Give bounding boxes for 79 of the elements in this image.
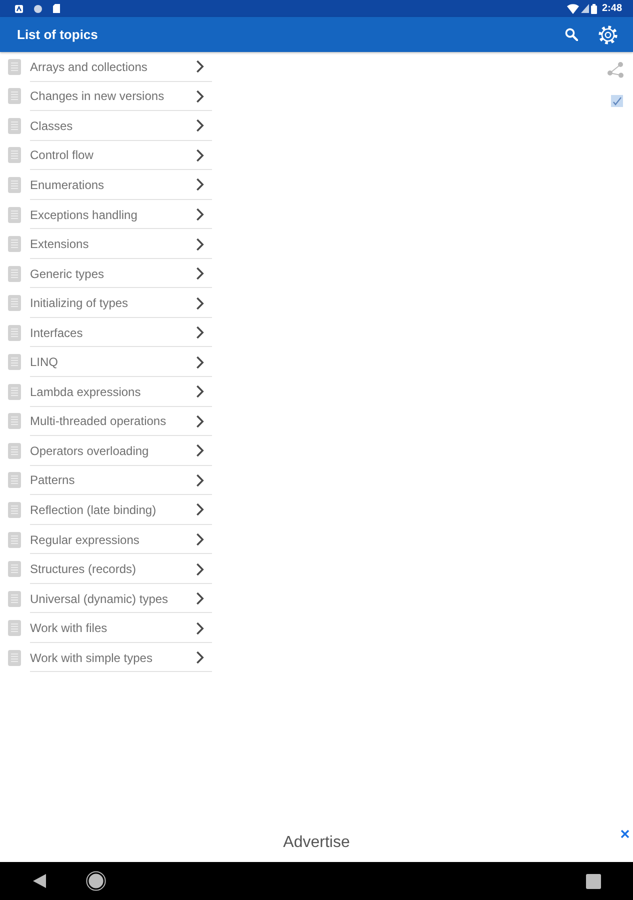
signal-icon — [580, 4, 589, 13]
home-icon[interactable] — [86, 871, 106, 891]
chevron-icon — [196, 622, 204, 635]
topic-item[interactable]: Initializing of types — [0, 288, 212, 318]
app-title: List of topics — [17, 27, 98, 42]
document-icon — [8, 472, 21, 488]
topic-item[interactable]: Interfaces — [0, 318, 212, 348]
chevron-icon — [196, 296, 204, 310]
clock-time: 2:48 — [602, 3, 622, 14]
chevron-icon — [196, 90, 204, 103]
sd-card-icon — [53, 4, 60, 13]
document-icon — [8, 206, 21, 222]
topic-item[interactable]: Enumerations — [0, 170, 212, 200]
document-icon — [8, 58, 21, 75]
chevron-icon — [196, 562, 204, 576]
check-square-icon[interactable] — [611, 95, 623, 107]
topic-item[interactable]: Work with simple types — [0, 642, 212, 672]
document-icon — [8, 295, 21, 312]
chevron-icon — [196, 592, 204, 606]
topic-item[interactable]: Changes in new versions — [0, 82, 212, 112]
document-icon — [8, 384, 21, 400]
back-icon[interactable] — [33, 874, 46, 888]
document-icon — [8, 442, 21, 459]
topic-item[interactable]: Multi-threaded operations — [0, 406, 212, 436]
close-icon[interactable] — [620, 829, 630, 839]
battery-icon — [590, 4, 597, 14]
topic-item[interactable]: Regular expressions — [0, 524, 212, 554]
topic-item[interactable]: Generic types — [0, 258, 212, 288]
chevron-icon — [196, 385, 204, 398]
topic-item[interactable]: Classes — [0, 111, 212, 141]
chevron-icon — [196, 533, 204, 546]
document-icon — [8, 620, 21, 636]
document-icon — [8, 266, 21, 282]
topic-item[interactable]: Arrays and collections — [0, 52, 212, 82]
document-icon — [8, 650, 21, 666]
ad-text: Advertise — [283, 833, 350, 852]
settings-icon[interactable] — [598, 24, 618, 44]
chevron-icon — [196, 148, 204, 162]
wifi-icon — [566, 4, 579, 14]
topic-item[interactable]: Reflection (late binding) — [0, 495, 212, 525]
topic-item[interactable]: Lambda expressions — [0, 377, 212, 407]
topic-item[interactable]: Work with files — [0, 613, 212, 643]
notification-icon — [15, 4, 23, 12]
search-icon[interactable] — [565, 28, 578, 41]
chevron-icon — [196, 267, 204, 280]
document-icon — [8, 118, 21, 134]
chevron-icon — [196, 651, 204, 664]
document-icon — [8, 354, 21, 370]
circle-icon — [34, 4, 42, 12]
topic-item[interactable]: LINQ — [0, 347, 212, 378]
topic-item[interactable]: Extensions — [0, 229, 212, 259]
document-icon — [8, 147, 21, 164]
recents-icon[interactable] — [586, 874, 601, 888]
chevron-icon — [196, 356, 204, 369]
topic-item[interactable]: Universal (dynamic) types — [0, 584, 212, 614]
topic-item[interactable]: Exceptions handling — [0, 200, 212, 230]
chevron-icon — [196, 326, 204, 340]
topic-item[interactable]: Structures (records) — [0, 554, 212, 584]
document-icon — [8, 561, 21, 578]
chevron-icon — [196, 503, 204, 516]
document-icon — [8, 236, 21, 252]
document-icon — [8, 176, 21, 193]
topic-item[interactable]: Control flow — [0, 140, 212, 170]
chevron-icon — [196, 238, 204, 251]
document-icon — [8, 590, 21, 607]
document-icon — [8, 88, 21, 104]
document-icon — [8, 413, 21, 430]
chevron-icon — [196, 444, 204, 458]
chevron-icon — [196, 119, 204, 132]
chevron-icon — [196, 414, 204, 428]
chevron-icon — [196, 208, 204, 221]
chevron-icon — [196, 178, 204, 192]
topic-item[interactable]: Operators overloading — [0, 436, 212, 466]
document-icon — [8, 532, 21, 548]
topic-item[interactable]: Patterns — [0, 466, 212, 496]
document-icon — [8, 324, 21, 341]
document-icon — [8, 502, 21, 518]
chevron-icon — [196, 474, 204, 487]
chevron-icon — [196, 60, 204, 74]
